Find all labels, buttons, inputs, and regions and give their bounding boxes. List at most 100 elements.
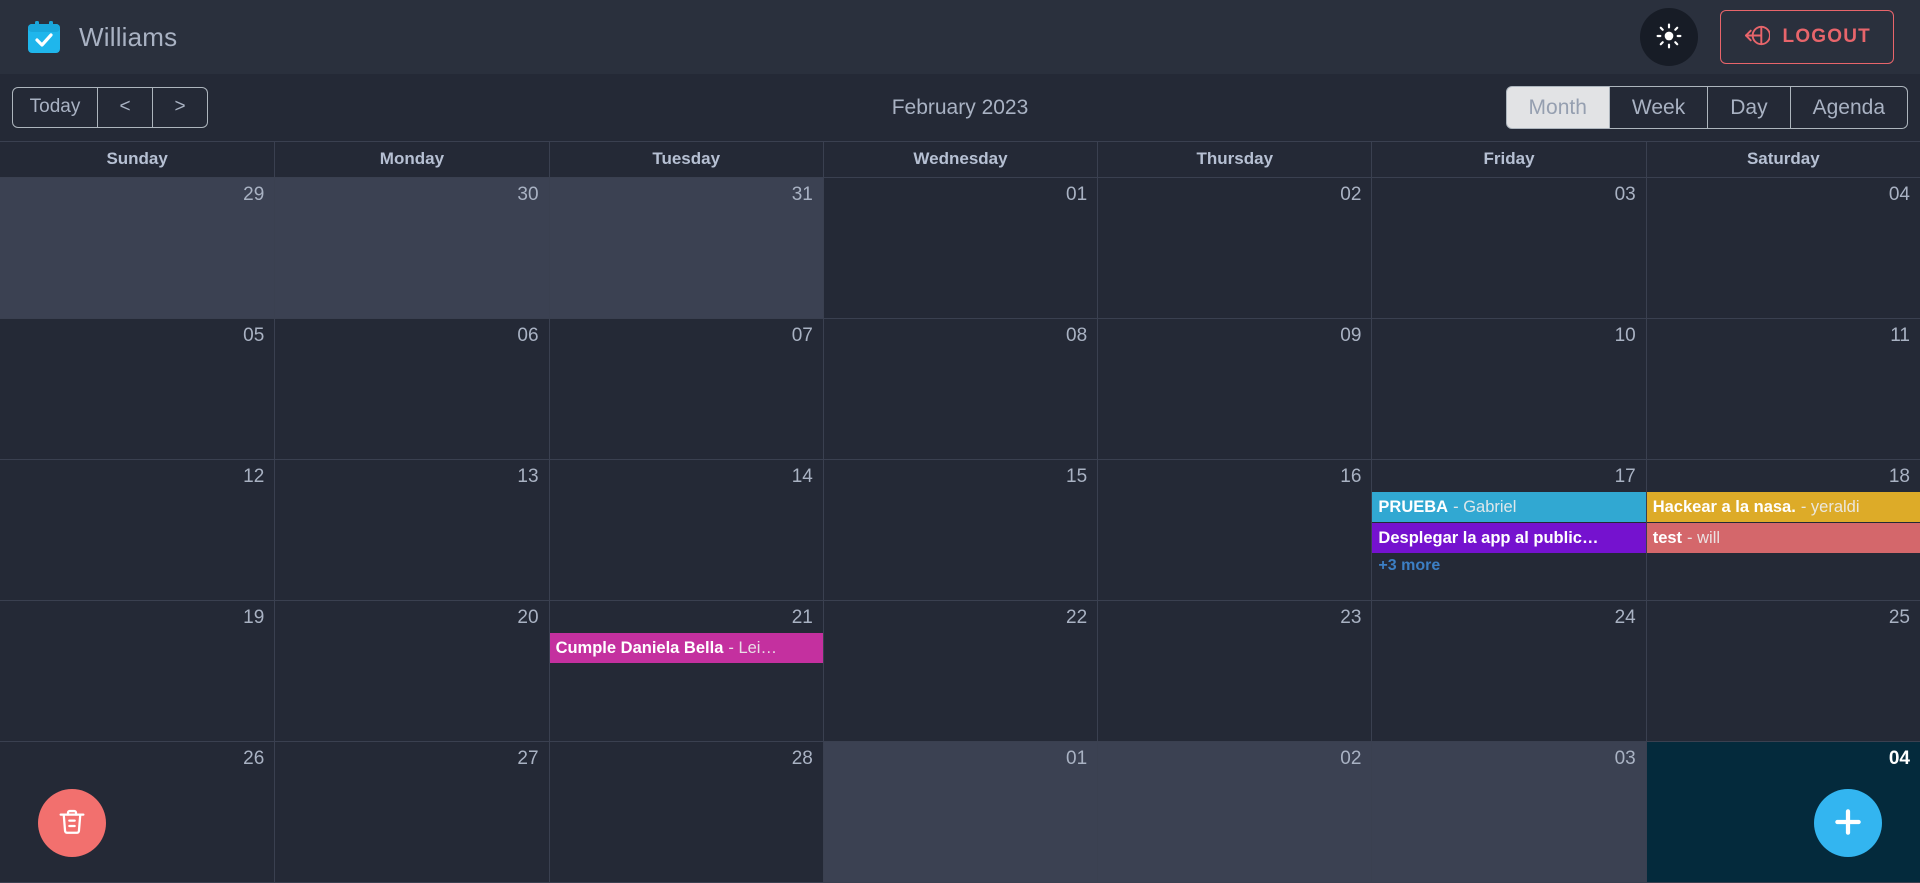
day-cell[interactable]: 17 PRUEBA - Gabriel Desplegar la app al pub… (1371, 460, 1646, 600)
day-number: 08 (1066, 325, 1088, 346)
day-cell[interactable]: 05 (0, 319, 275, 459)
next-month-button[interactable]: > (153, 87, 208, 128)
calendar-event[interactable]: test - will (1646, 523, 1920, 553)
day-number: 15 (1066, 466, 1088, 487)
view-button-week[interactable]: Week (1609, 85, 1709, 130)
day-cell[interactable]: 30 (274, 178, 549, 318)
day-number: 03 (1614, 748, 1636, 769)
event-list: Cumple Daniela Bella - Lei… (549, 633, 823, 664)
day-number: 09 (1340, 325, 1362, 346)
calendar-week-row: 29 30 31 01 02 03 04 (0, 178, 1920, 319)
day-cell[interactable]: 13 (274, 460, 549, 600)
day-cell[interactable]: 03 (1371, 178, 1646, 318)
day-number: 11 (1890, 325, 1910, 346)
day-number: 07 (791, 325, 813, 346)
day-cell[interactable]: 20 (274, 601, 549, 741)
day-cell[interactable]: 16 (1097, 460, 1372, 600)
calendar-app: Williams LOGOUT Today < > February 2023 … (0, 0, 1920, 883)
day-number: 03 (1614, 184, 1636, 205)
day-cell[interactable]: 01 (822, 178, 1098, 318)
day-number: 22 (1066, 607, 1088, 628)
day-cell[interactable]: 08 (822, 319, 1098, 459)
plus-icon (1831, 805, 1865, 842)
trash-icon (56, 806, 88, 841)
day-number: 02 (1340, 184, 1362, 205)
navigation-button-group: Today < > (12, 87, 208, 128)
sun-icon (1656, 23, 1682, 52)
event-title: Cumple Daniela Bella (555, 638, 724, 657)
day-cell[interactable]: 24 (1371, 601, 1646, 741)
event-title: PRUEBA (1378, 497, 1449, 516)
day-number: 26 (243, 748, 265, 769)
day-cell[interactable]: 02 (1097, 178, 1372, 318)
weekday-header-tuesday: Tuesday (548, 142, 823, 177)
brand-title: Williams (79, 21, 178, 52)
view-button-month[interactable]: Month (1505, 85, 1610, 130)
event-title: Hackear a la nasa. (1652, 497, 1796, 516)
weekday-header-row: Sunday Monday Tuesday Wednesday Thursday Frid… (0, 141, 1920, 178)
calendar-week-row: 05 06 07 08 09 10 11 (0, 319, 1920, 460)
day-cell[interactable]: 11 (1645, 319, 1920, 459)
calendar-week-row: 26 27 28 01 02 03 04 (0, 742, 1920, 883)
day-cell[interactable]: 12 (0, 460, 275, 600)
day-number: 17 (1614, 466, 1636, 487)
day-cell[interactable]: 04 (1645, 178, 1920, 318)
weekday-header-sunday: Sunday (106, 149, 168, 168)
day-cell[interactable]: 22 (822, 601, 1098, 741)
day-cell[interactable]: 27 (274, 742, 549, 882)
calendar-event[interactable]: Cumple Daniela Bella - Lei… (549, 633, 823, 663)
add-event-fab[interactable] (1814, 789, 1882, 857)
day-cell[interactable]: 31 (548, 178, 823, 318)
day-number: 14 (791, 466, 813, 487)
day-number: 25 (1888, 607, 1910, 628)
day-cell[interactable]: 06 (274, 319, 549, 459)
today-button[interactable]: Today (12, 87, 98, 128)
view-button-agenda[interactable]: Agenda (1790, 85, 1908, 130)
calendar-week-row: 12 13 14 15 16 17 PRUEBA - Gabriel Desplegar la … (0, 460, 1920, 601)
day-cell[interactable]: 25 (1645, 601, 1920, 741)
show-more-events-link[interactable]: +3 more (1372, 554, 1645, 575)
day-number: 01 (1066, 748, 1088, 769)
header-actions: LOGOUT (1639, 8, 1894, 66)
calendar-week-row: 19 20 21 Cumple Daniela Bella - Lei… 22 23 24 25 (0, 601, 1920, 742)
day-number: 19 (243, 607, 265, 628)
day-cell[interactable]: 18 Hackear a la nasa. - yeraldi test - will (1645, 460, 1920, 600)
theme-toggle-button[interactable] (1639, 8, 1698, 66)
day-cell[interactable]: 03 (1371, 742, 1646, 882)
logout-arrow-icon (1743, 23, 1771, 51)
weekday-header-saturday: Saturday (1645, 142, 1920, 177)
day-cell[interactable]: 01 (822, 742, 1098, 882)
month-grid: Sunday Monday Tuesday Wednesday Thursday Frid… (0, 141, 1920, 883)
event-list: Hackear a la nasa. - yeraldi test - will (1646, 492, 1920, 554)
view-switcher: Month Week Day Agenda (1505, 85, 1908, 130)
view-button-day[interactable]: Day (1708, 85, 1791, 130)
calendar-event[interactable]: PRUEBA - Gabriel (1372, 492, 1646, 522)
day-number: 28 (791, 748, 813, 769)
day-number: 12 (243, 466, 265, 487)
calendar-event[interactable]: Desplegar la app al public… (1372, 523, 1646, 553)
calendar-check-icon (26, 19, 62, 55)
day-cell[interactable]: 21 Cumple Daniela Bella - Lei… (548, 601, 823, 741)
calendar-weeks: 29 30 31 01 02 03 04 05 06 07 08 09 10 11 12 13 14 15 16 17… (0, 178, 1920, 883)
day-cell[interactable]: 23 (1097, 601, 1372, 741)
brand[interactable]: Williams (26, 19, 177, 55)
event-owner: - Gabriel (1453, 497, 1517, 516)
day-cell[interactable]: 19 (0, 601, 275, 741)
day-cell[interactable]: 07 (548, 319, 823, 459)
calendar-event[interactable]: Hackear a la nasa. - yeraldi (1646, 492, 1920, 522)
event-owner: - will (1687, 528, 1721, 547)
previous-month-button[interactable]: < (98, 87, 153, 128)
day-number: 05 (243, 325, 265, 346)
day-cell[interactable]: 29 (0, 178, 275, 318)
day-cell[interactable]: 14 (548, 460, 823, 600)
event-list: PRUEBA - Gabriel Desplegar la app al publi… (1372, 492, 1646, 554)
day-cell[interactable]: 09 (1097, 319, 1372, 459)
day-cell[interactable]: 10 (1371, 319, 1646, 459)
day-cell[interactable]: 15 (822, 460, 1098, 600)
logout-button[interactable]: LOGOUT (1719, 10, 1894, 64)
day-cell[interactable]: 28 (548, 742, 823, 882)
delete-event-fab[interactable] (38, 789, 106, 857)
day-cell[interactable]: 02 (1097, 742, 1372, 882)
day-number: 24 (1614, 607, 1636, 628)
day-number: 20 (517, 607, 539, 628)
